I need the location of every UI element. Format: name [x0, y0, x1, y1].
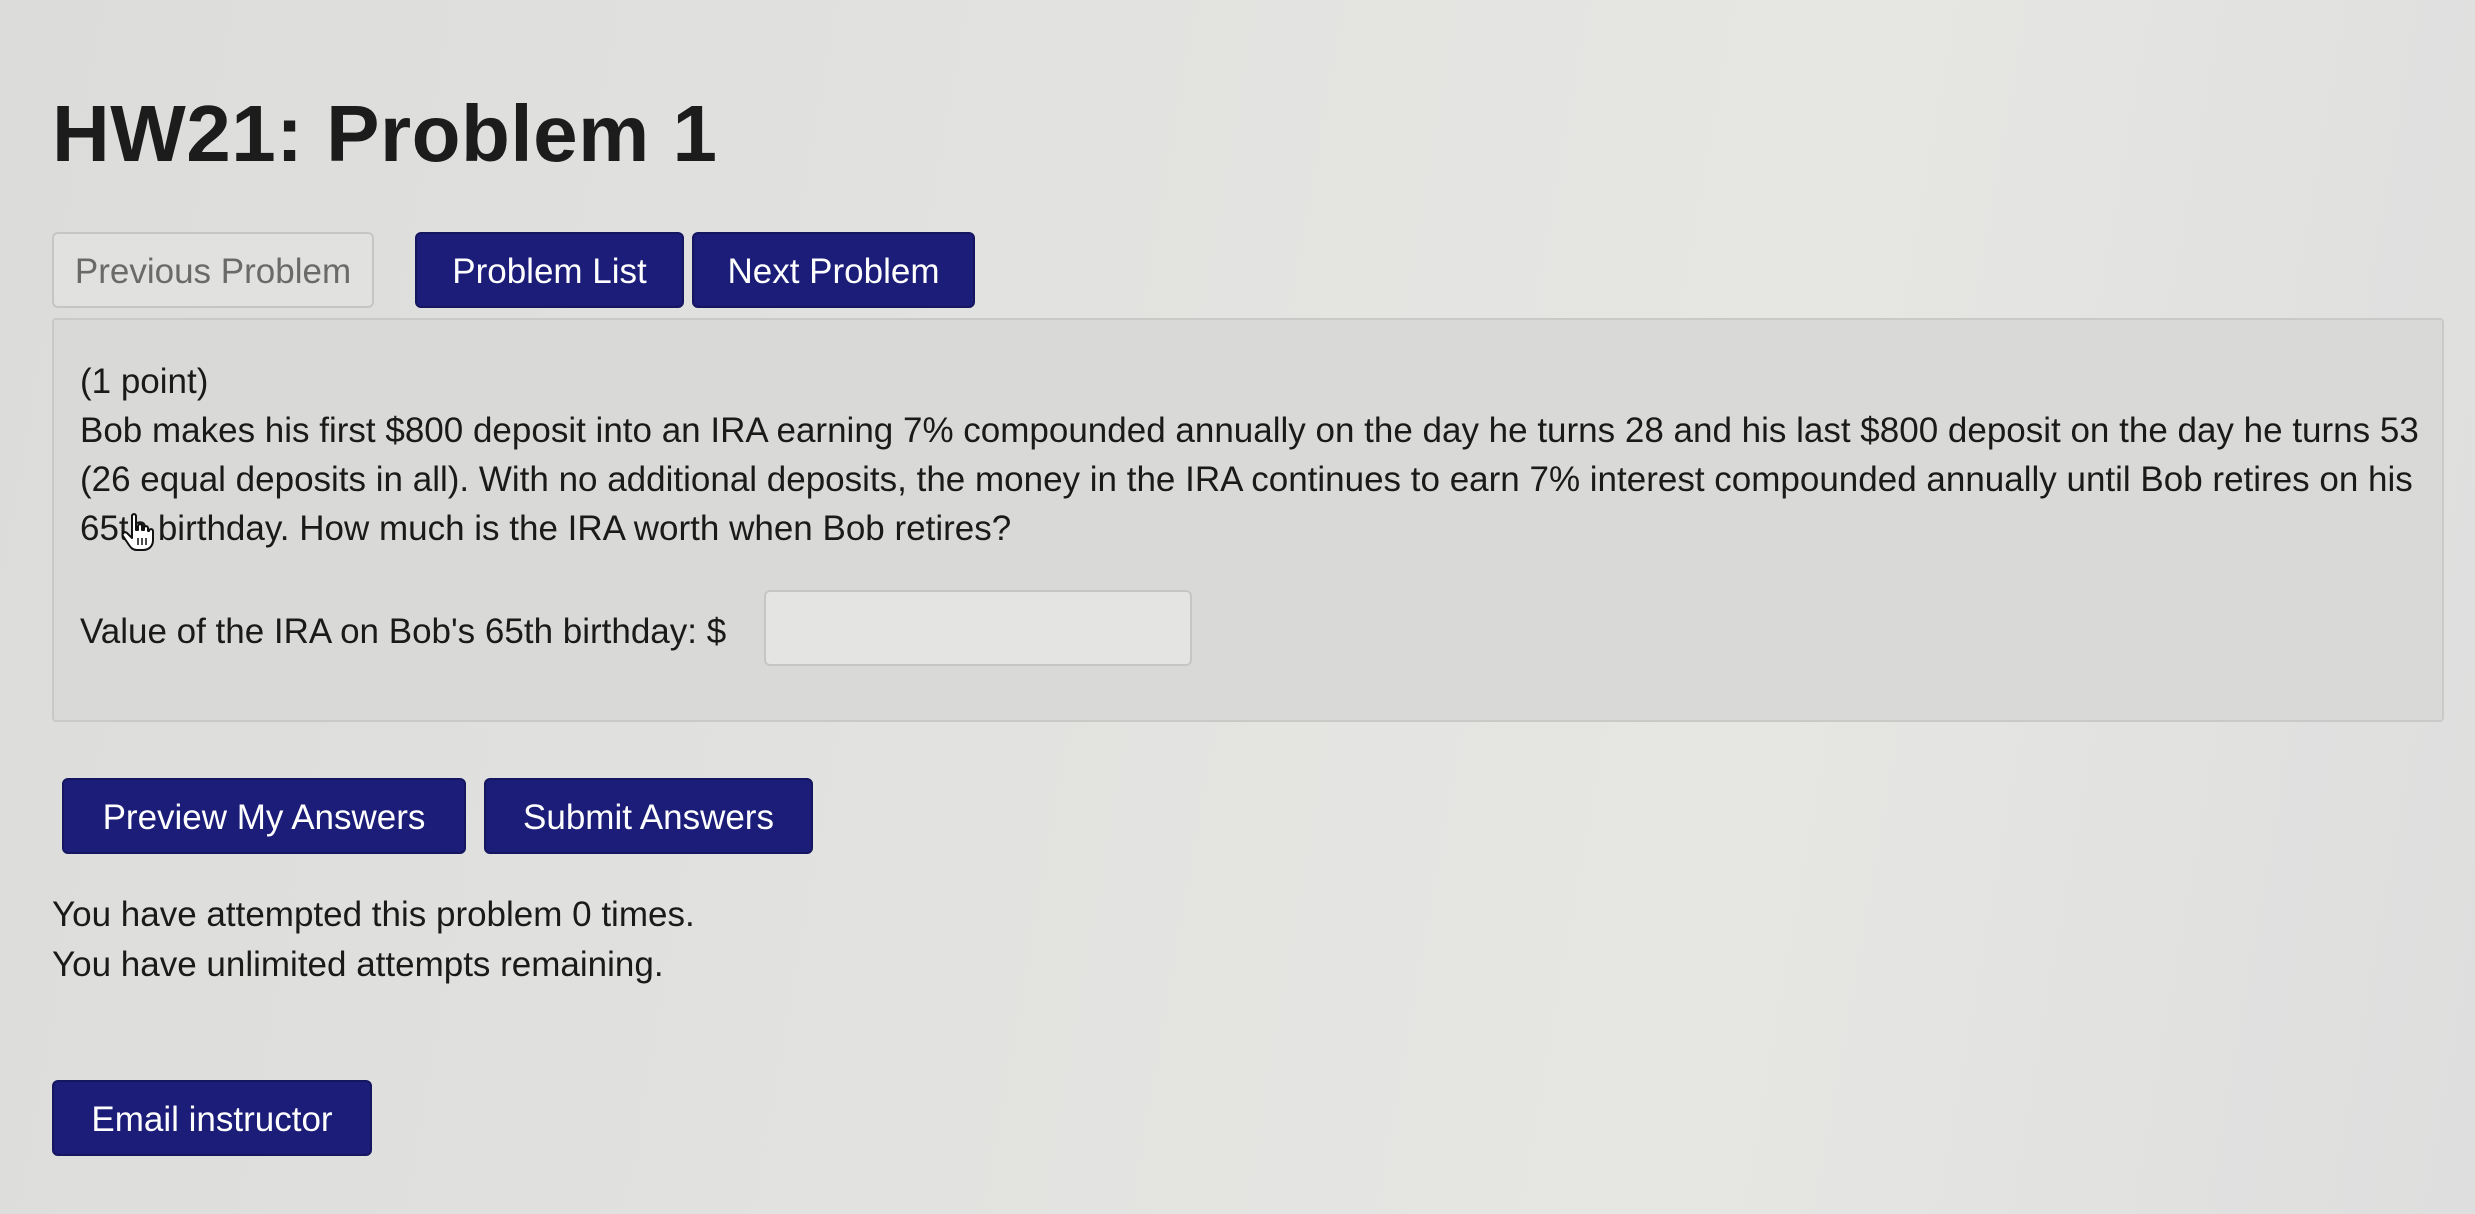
page: HW21: Problem 1 Previous Problem Problem… [0, 0, 2475, 1214]
attempts-count-text: You have attempted this problem 0 times. [52, 895, 695, 934]
answer-input[interactable] [764, 590, 1192, 666]
attempts-info: You have attempted this problem 0 times.… [52, 890, 695, 990]
problem-box: (1 point) Bob makes his first $800 depos… [52, 318, 2444, 722]
problem-text: Bob makes his first $800 deposit into an… [80, 411, 2419, 548]
next-problem-button[interactable]: Next Problem [692, 232, 975, 308]
previous-problem-button[interactable]: Previous Problem [52, 232, 374, 308]
answer-label: Value of the IRA on Bob's 65th birthday:… [80, 612, 727, 651]
attempts-remaining-text: You have unlimited attempts remaining. [52, 945, 664, 984]
problem-points: (1 point) [80, 362, 209, 401]
problem-list-button[interactable]: Problem List [415, 232, 684, 308]
hand-pointer-icon [121, 513, 154, 551]
page-title: HW21: Problem 1 [52, 89, 718, 178]
email-instructor-button[interactable]: Email instructor [52, 1080, 372, 1156]
submit-answers-button[interactable]: Submit Answers [484, 778, 813, 854]
preview-answers-button[interactable]: Preview My Answers [62, 778, 466, 854]
